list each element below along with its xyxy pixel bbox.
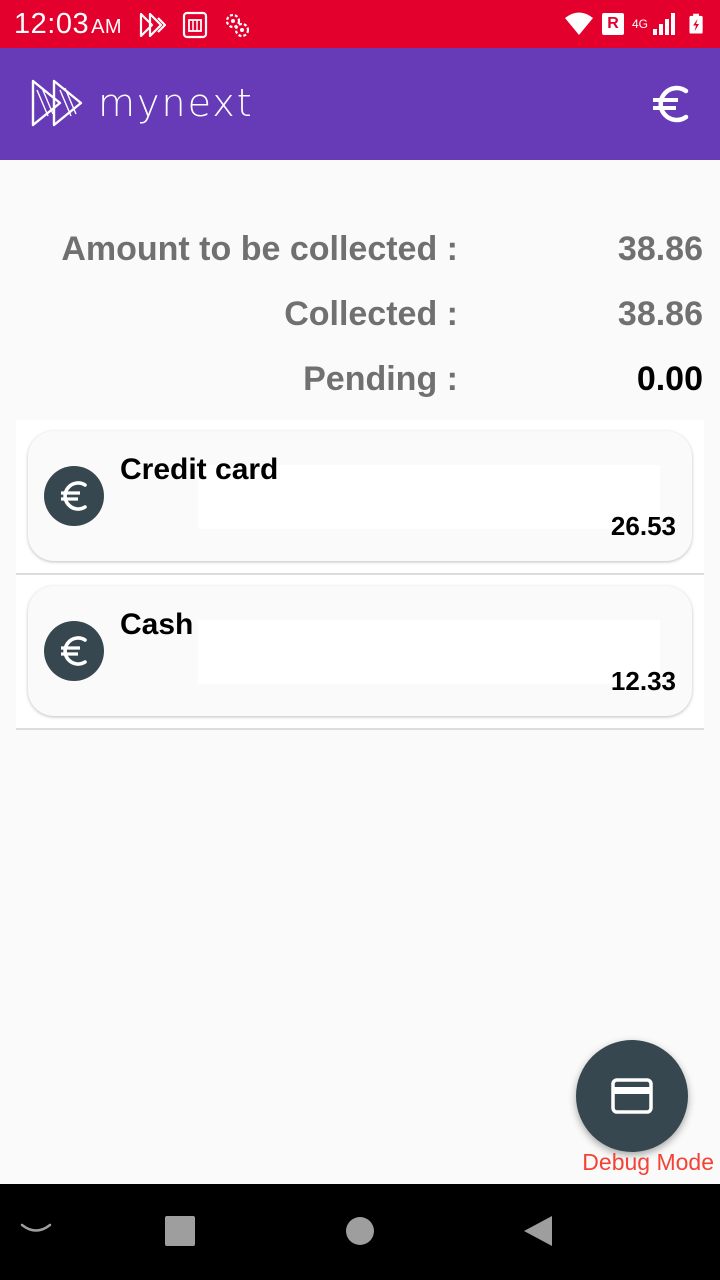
system-icons: R 4G [564,9,710,39]
status-time-value: 12:03 [14,8,90,40]
wifi-icon [564,12,593,35]
status-time-ampm: AM [91,16,123,38]
network-type: 4G [631,17,648,31]
payment-amount: 26.53 [610,511,676,541]
amount-label: Amount to be collected : [61,230,458,268]
notification-icons [138,10,252,40]
payment-amount: 12.33 [610,666,676,696]
logo-text: mynext [98,81,254,125]
settings-gears-icon [225,13,250,38]
payment-card-credit-card[interactable]: Credit card 26.53 [28,431,692,561]
battery-charging-icon [689,13,703,34]
collected-label: Collected : [284,295,458,333]
amount-row: Amount to be collected : 38.86 [0,222,720,287]
collected-row: Collected : 38.86 [0,287,720,352]
euro-icon [44,621,104,681]
app-logo: mynext [30,78,254,128]
payment-list: Credit card 26.53 Cash 12.33 [16,420,704,730]
card-payment-button[interactable] [576,1040,688,1152]
euro-icon[interactable] [650,82,694,126]
status-bar: 12:03 AM R 4G [0,0,720,48]
hide-keyboard-icon[interactable] [20,1222,52,1236]
app-bar: mynext [0,48,720,160]
pending-label: Pending : [303,360,458,398]
amount-value: 38.86 [617,230,703,268]
debug-mode-label: Debug Mode [582,1149,714,1175]
list-item: Cash 12.33 [16,575,704,730]
payment-field [198,620,660,684]
logo-mark-icon [31,79,83,127]
recents-button[interactable] [165,1216,195,1246]
roaming-badge: R [601,13,624,35]
collected-value: 38.86 [617,295,703,333]
list-item: Credit card 26.53 [16,420,704,575]
payment-card-cash[interactable]: Cash 12.33 [28,586,692,716]
back-icon[interactable] [522,1214,554,1248]
navigation-bar [0,1184,720,1280]
collection-summary: Amount to be collected : 38.86 Collected… [0,222,720,417]
status-time: 12:03 AM [14,8,122,41]
payment-name: Credit card [120,453,279,486]
pending-value: 0.00 [636,360,703,398]
signal-icon [653,13,675,35]
credit-card-icon [611,1078,653,1114]
payment-name: Cash [120,608,194,641]
app-notification-icon [139,12,167,38]
sim-card-icon [182,11,208,39]
euro-icon [44,466,104,526]
pending-row: Pending : 0.00 [0,352,720,417]
home-button[interactable] [346,1217,374,1245]
